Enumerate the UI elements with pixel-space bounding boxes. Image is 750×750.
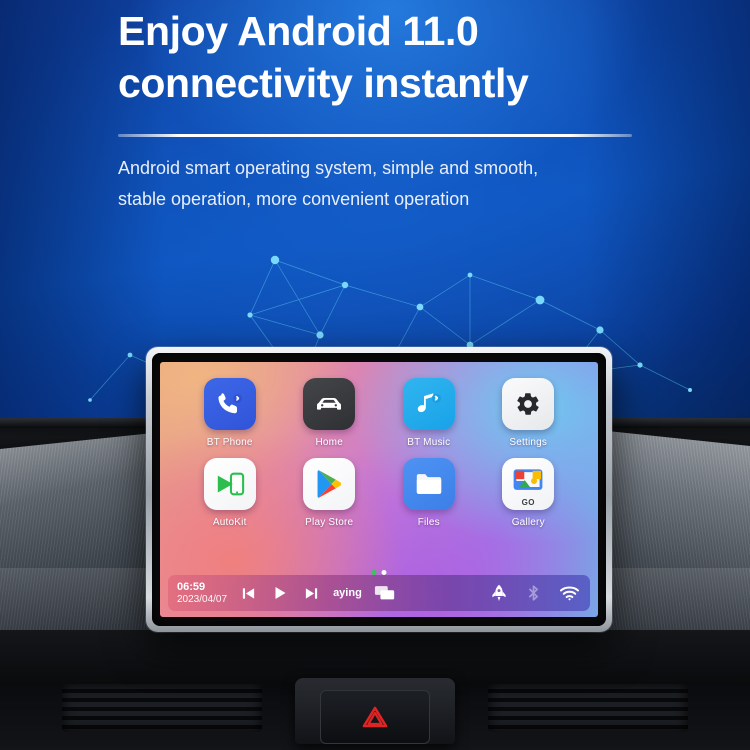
wifi-button[interactable] [560, 586, 579, 601]
play-store-icon [317, 470, 342, 498]
files-tile[interactable] [402, 458, 455, 510]
bt-phone-tile[interactable] [203, 378, 256, 430]
headline-line-2: connectivity instantly [118, 59, 529, 106]
status-media-bar: 06:59 2023/04/07 aying [168, 575, 590, 611]
car-head-unit: BT Phone Home BT Music Settings AutoKit … [146, 347, 612, 632]
center-console [0, 630, 750, 750]
home-tile[interactable] [303, 378, 356, 430]
subtitle-line-1: Android smart operating system, simple a… [118, 158, 539, 178]
folder-icon [416, 474, 441, 494]
skip-previous-icon [242, 587, 255, 599]
gear-icon [517, 393, 539, 415]
app-label-autokit: AutoKit [212, 517, 247, 528]
clock-time: 06:59 [177, 581, 206, 594]
previous-track-button[interactable] [241, 586, 256, 601]
gallery-tile[interactable]: GO [502, 458, 555, 510]
head-unit-screen[interactable]: BT Phone Home BT Music Settings AutoKit … [160, 362, 598, 617]
bt-music-tile[interactable] [402, 378, 455, 430]
page-subtitle: Android smart operating system, simple a… [118, 153, 658, 215]
app-label-play-store: Play Store [305, 517, 354, 528]
autokit-tile[interactable] [203, 458, 256, 510]
play-store-tile[interactable] [303, 458, 356, 510]
page-title: Enjoy Android 11.0 connectivity instantl… [118, 6, 648, 109]
app-icon-play-store[interactable]: Play Store [280, 458, 380, 528]
bluetooth-phone-icon [218, 393, 242, 414]
air-vent-left [62, 684, 262, 732]
app-icon-files[interactable]: Files [379, 458, 479, 528]
boost-button[interactable] [491, 584, 507, 602]
clock-date: 2023/04/07 [177, 593, 228, 605]
hazard-triangle-icon [362, 706, 388, 728]
subtitle-line-2: stable operation, more convenient operat… [118, 188, 470, 209]
air-vent-right [488, 684, 688, 732]
app-label-bt-music: BT Music [407, 437, 451, 448]
media-controls [241, 585, 319, 601]
recent-apps-icon [374, 586, 394, 600]
clock-widget: 06:59 2023/04/07 [177, 581, 227, 605]
now-playing-text: aying [333, 587, 362, 599]
app-icon-settings[interactable]: Settings [479, 378, 579, 448]
settings-tile[interactable] [502, 378, 555, 430]
app-label-bt-phone: BT Phone [206, 437, 253, 448]
gallery-photos-icon [513, 469, 543, 490]
app-icon-autokit[interactable]: AutoKit [180, 458, 280, 528]
bluetooth-button[interactable] [527, 584, 540, 602]
app-label-files: Files [417, 517, 440, 528]
rocket-icon [492, 584, 506, 601]
wifi-icon [560, 586, 579, 600]
promo-banner: Enjoy Android 11.0 connectivity instantl… [0, 0, 750, 750]
car-icon [317, 398, 342, 410]
app-label-gallery: Gallery [511, 517, 545, 528]
gallery-go-badge: GO [521, 498, 535, 507]
app-icon-home[interactable]: Home [280, 378, 380, 448]
hazard-warning-button[interactable] [320, 690, 430, 744]
status-tray [491, 584, 579, 602]
app-icon-gallery[interactable]: GO Gallery [479, 458, 579, 528]
recent-apps-button[interactable] [374, 585, 396, 601]
head-unit-bezel: BT Phone Home BT Music Settings AutoKit … [152, 353, 606, 626]
title-divider [118, 134, 632, 137]
headline-line-1: Enjoy Android 11.0 [118, 8, 479, 54]
hazard-button-housing [295, 678, 455, 744]
next-track-button[interactable] [304, 586, 319, 601]
app-label-settings: Settings [509, 437, 548, 448]
skip-next-icon [305, 587, 318, 599]
app-icon-bt-phone[interactable]: BT Phone [180, 378, 280, 448]
bluetooth-icon [529, 585, 538, 601]
app-label-home: Home [315, 437, 343, 448]
bluetooth-music-icon [417, 393, 441, 413]
play-button[interactable] [272, 585, 288, 601]
autokit-phone-play-icon [217, 472, 244, 496]
play-icon [275, 587, 286, 599]
app-grid: BT Phone Home BT Music Settings AutoKit … [160, 378, 598, 528]
app-icon-bt-music[interactable]: BT Music [379, 378, 479, 448]
